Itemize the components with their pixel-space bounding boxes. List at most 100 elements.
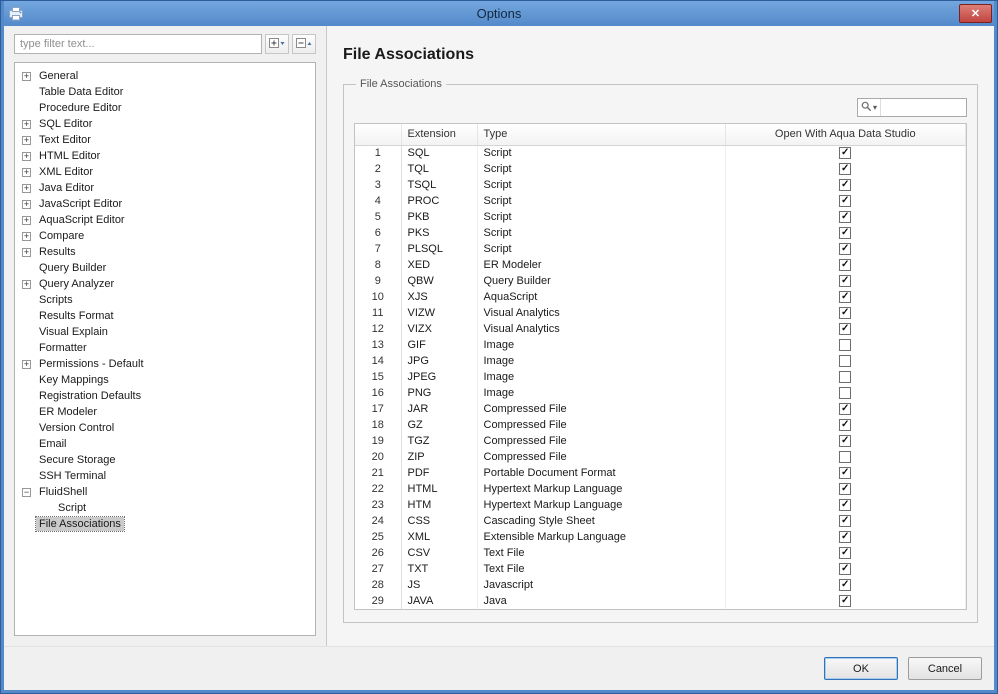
expand-icon[interactable]: + (22, 71, 31, 81)
open-with-checkbox[interactable]: ✓ (839, 483, 852, 496)
extension-cell[interactable]: JPG (401, 353, 478, 369)
type-cell[interactable]: Text File (477, 561, 726, 577)
row-number-cell[interactable]: 3 (355, 177, 402, 193)
type-cell[interactable]: Image (477, 385, 726, 401)
row-number-cell[interactable]: 7 (355, 241, 402, 257)
tree-item-query-analyzer[interactable]: + Query Analyzer (17, 276, 313, 292)
row-number-cell[interactable]: 2 (355, 161, 402, 177)
expand-all-button[interactable] (265, 34, 289, 54)
type-cell[interactable]: Script (477, 161, 726, 177)
tree-item-table-data-editor[interactable]: Table Data Editor (17, 84, 313, 100)
extension-cell[interactable]: XED (401, 257, 478, 273)
row-number-cell[interactable]: 26 (355, 545, 402, 561)
titlebar[interactable]: Options ✕ (4, 1, 994, 26)
extension-cell[interactable]: JAVA (401, 593, 478, 609)
open-with-checkbox[interactable]: ✓ (839, 435, 852, 448)
open-with-cell[interactable] (725, 369, 966, 385)
open-with-checkbox[interactable]: ✓ (839, 531, 852, 544)
type-cell[interactable]: Compressed File (477, 433, 726, 449)
tree-item-script[interactable]: Script (17, 500, 313, 516)
open-with-checkbox[interactable]: ✓ (839, 291, 852, 304)
expand-icon[interactable]: + (22, 151, 31, 161)
type-cell[interactable]: Script (477, 225, 726, 241)
row-number-cell[interactable]: 23 (355, 497, 402, 513)
expand-icon[interactable]: + (22, 183, 31, 193)
row-number-cell[interactable]: 13 (355, 337, 402, 353)
type-cell[interactable]: Image (477, 353, 726, 369)
type-cell[interactable]: Script (477, 145, 726, 161)
tree-item-xml-editor[interactable]: + XML Editor (17, 164, 313, 180)
type-cell[interactable]: Script (477, 241, 726, 257)
row-number-cell[interactable]: 18 (355, 417, 402, 433)
type-cell[interactable]: Hypertext Markup Language (477, 481, 726, 497)
expand-icon[interactable]: + (22, 231, 31, 241)
search-filter-button[interactable]: ▾ (858, 99, 882, 116)
open-with-cell[interactable]: ✓ (725, 193, 966, 209)
tree-item-er-modeler[interactable]: ER Modeler (17, 404, 313, 420)
open-with-cell[interactable]: ✓ (725, 545, 966, 561)
open-with-checkbox[interactable]: ✓ (839, 547, 852, 560)
open-with-cell[interactable]: ✓ (725, 529, 966, 545)
tree-item-secure-storage[interactable]: Secure Storage (17, 452, 313, 468)
type-cell[interactable]: Cascading Style Sheet (477, 513, 726, 529)
expand-icon[interactable]: + (22, 215, 31, 225)
open-with-cell[interactable]: ✓ (725, 401, 966, 417)
tree-item-java-editor[interactable]: + Java Editor (17, 180, 313, 196)
row-number-cell[interactable]: 22 (355, 481, 402, 497)
extension-cell[interactable]: TSQL (401, 177, 478, 193)
type-cell[interactable]: Visual Analytics (477, 305, 726, 321)
extension-cell[interactable]: PLSQL (401, 241, 478, 257)
open-with-cell[interactable]: ✓ (725, 513, 966, 529)
extension-cell[interactable]: HTML (401, 481, 478, 497)
type-cell[interactable]: Javascript (477, 577, 726, 593)
extension-cell[interactable]: GIF (401, 337, 478, 353)
tree-item-results-format[interactable]: Results Format (17, 308, 313, 324)
extension-cell[interactable]: TQL (401, 161, 478, 177)
open-with-cell[interactable]: ✓ (725, 321, 966, 337)
row-number-cell[interactable]: 5 (355, 209, 402, 225)
tree-item-aquascript-editor[interactable]: + AquaScript Editor (17, 212, 313, 228)
open-with-cell[interactable]: ✓ (725, 433, 966, 449)
open-with-checkbox[interactable]: ✓ (839, 499, 852, 512)
table-search-input[interactable] (881, 99, 966, 116)
type-cell[interactable]: Script (477, 209, 726, 225)
row-number-cell[interactable]: 20 (355, 449, 402, 465)
type-cell[interactable]: Image (477, 369, 726, 385)
expand-icon[interactable]: + (22, 135, 31, 145)
open-with-cell[interactable]: ✓ (725, 561, 966, 577)
row-number-cell[interactable]: 14 (355, 353, 402, 369)
row-number-cell[interactable]: 28 (355, 577, 402, 593)
tree-item-compare[interactable]: + Compare (17, 228, 313, 244)
open-with-checkbox[interactable]: ✓ (839, 307, 852, 320)
type-cell[interactable]: Image (477, 337, 726, 353)
row-number-cell[interactable]: 27 (355, 561, 402, 577)
open-with-checkbox[interactable]: ✓ (839, 323, 852, 336)
tree-item-email[interactable]: Email (17, 436, 313, 452)
extension-cell[interactable]: CSS (401, 513, 478, 529)
open-with-checkbox[interactable]: ✓ (839, 179, 852, 192)
row-number-cell[interactable]: 16 (355, 385, 402, 401)
open-with-cell[interactable]: ✓ (725, 177, 966, 193)
filter-input[interactable] (14, 34, 262, 54)
row-number-cell[interactable]: 24 (355, 513, 402, 529)
tree-item-query-builder[interactable]: Query Builder (17, 260, 313, 276)
tree-item-results[interactable]: + Results (17, 244, 313, 260)
collapse-icon[interactable]: − (22, 487, 31, 497)
extension-cell[interactable]: PDF (401, 465, 478, 481)
open-with-cell[interactable]: ✓ (725, 241, 966, 257)
row-number-cell[interactable]: 6 (355, 225, 402, 241)
extension-cell[interactable]: VIZW (401, 305, 478, 321)
tree-item-version-control[interactable]: Version Control (17, 420, 313, 436)
open-with-cell[interactable]: ✓ (725, 257, 966, 273)
extension-cell[interactable]: XJS (401, 289, 478, 305)
tree-item-file-associations[interactable]: File Associations (17, 516, 313, 532)
type-cell[interactable]: Java (477, 593, 726, 609)
type-cell[interactable]: Extensible Markup Language (477, 529, 726, 545)
open-with-checkbox[interactable]: ✓ (839, 563, 852, 576)
row-number-cell[interactable]: 29 (355, 593, 402, 609)
open-with-checkbox[interactable]: ✓ (839, 243, 852, 256)
open-with-checkbox[interactable]: ✓ (839, 275, 852, 288)
open-with-checkbox[interactable]: ✓ (839, 403, 852, 416)
collapse-all-button[interactable] (292, 34, 316, 54)
open-with-cell[interactable] (725, 385, 966, 401)
